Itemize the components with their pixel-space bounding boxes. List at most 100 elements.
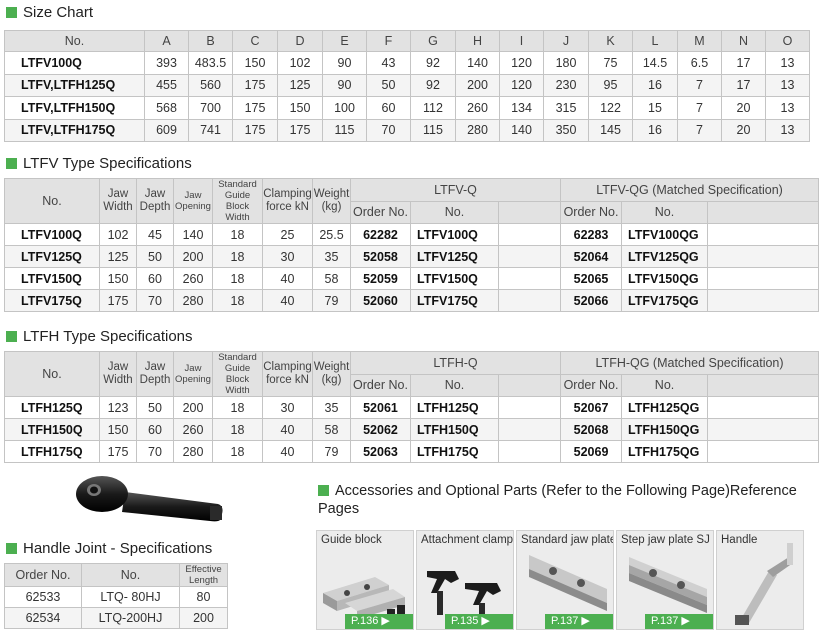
size-chart-header-row: No. A B C D E F G H I J K L M N O	[4, 30, 810, 52]
col-dim: B	[188, 30, 233, 52]
page-link[interactable]: P.137 ▶	[645, 614, 713, 629]
handle-joint-image	[76, 476, 223, 522]
accessory-card-guide-block[interactable]: Guide block P.136 ▶	[316, 530, 414, 630]
col-jaw-depth: Jaw Depth	[136, 351, 174, 397]
accessory-label: Step jaw plate SJ	[621, 534, 710, 546]
value-cell: 150	[99, 267, 137, 290]
dim-cell: 125	[277, 73, 323, 97]
dim-cell: 115	[410, 118, 456, 142]
accessory-label: Handle	[721, 534, 758, 546]
dim-cell: 95	[588, 73, 633, 97]
col-order-no: Order No.	[350, 373, 411, 397]
order-no-cell: 62283	[560, 223, 623, 246]
section-marker	[6, 543, 17, 554]
dim-cell: 140	[455, 51, 500, 75]
order-no-cell: 52059	[350, 267, 411, 290]
blank-cell	[497, 440, 562, 463]
model-cell: LTFV100Q	[4, 51, 145, 75]
handle-joint-title: Handle Joint - Specifications	[6, 540, 212, 557]
dim-cell: 175	[232, 73, 278, 97]
col-dim: G	[410, 30, 456, 52]
page-link[interactable]: P.135 ▶	[445, 614, 513, 629]
dim-cell: 455	[144, 73, 189, 97]
value-cell: 79	[312, 440, 351, 463]
model-cell: LTFV,LTFH125Q	[4, 73, 145, 97]
section-marker	[6, 7, 17, 18]
dim-cell: 315	[543, 96, 589, 120]
accessory-card-step-jaw-plate[interactable]: Step jaw plate SJ P.137 ▶	[616, 530, 714, 630]
value-cell: 175	[99, 440, 137, 463]
col-dim: A	[144, 30, 189, 52]
dim-cell: 75	[588, 51, 633, 75]
table-row: LTFH150Q 150 60 260 18 40 58 52062 LTFH150Q 52068…	[4, 418, 820, 441]
dim-cell: 180	[543, 51, 589, 75]
order-no-cell: 62282	[350, 223, 411, 246]
dim-cell: 20	[721, 96, 766, 120]
blank-cell	[707, 245, 820, 268]
accessory-card-attachment-clamp[interactable]: Attachment clamp P.135 ▶	[416, 530, 514, 630]
blank-cell	[227, 607, 305, 629]
blank-cell	[497, 289, 562, 312]
value-cell: 200	[173, 245, 213, 268]
col-dim: L	[632, 30, 678, 52]
length-cell: 80	[179, 586, 228, 608]
dim-cell: 260	[455, 96, 500, 120]
dim-cell: 122	[588, 96, 633, 120]
dim-cell: 150	[232, 51, 278, 75]
value-cell: 40	[262, 267, 313, 290]
col-no: No.	[621, 373, 709, 397]
dim-cell: 43	[366, 51, 411, 75]
ltfv-title: LTFV Type Specifications	[6, 155, 192, 172]
col-jaw-opening: Jaw Opening	[173, 351, 213, 397]
accessory-card-standard-jaw-plate[interactable]: Standard jaw plate JA P.137 ▶	[516, 530, 614, 630]
dim-cell: 609	[144, 118, 189, 142]
part-no-cell: LTFV125Q	[410, 245, 499, 268]
section-marker	[6, 158, 17, 169]
dim-cell: 14.5	[632, 51, 678, 75]
dim-cell: 134	[499, 96, 544, 120]
table-row: LTFV175Q 175 70 280 18 40 79 52060 LTFV175Q 52066…	[4, 289, 820, 312]
order-no-cell: 52068	[560, 418, 623, 441]
dim-cell: 16	[632, 118, 678, 142]
order-no-cell: 52058	[350, 245, 411, 268]
dim-cell: 7	[677, 96, 722, 120]
dim-cell: 7	[677, 118, 722, 142]
dim-cell: 112	[410, 96, 456, 120]
dim-cell: 120	[499, 73, 544, 97]
value-cell: 40	[262, 440, 313, 463]
value-cell: 25.5	[312, 223, 351, 246]
col-order-no: Order No.	[560, 373, 623, 397]
dim-cell: 13	[765, 73, 810, 97]
dim-cell: 741	[188, 118, 233, 142]
value-cell: 150	[99, 418, 137, 441]
section-marker	[318, 485, 329, 496]
col-jaw-width: Jaw Width	[99, 351, 137, 397]
value-cell: 40	[262, 289, 313, 312]
model-cell: LTFV150Q	[4, 267, 100, 290]
col-clamping-force: Clamping force kN	[262, 178, 313, 224]
col-dim: I	[499, 30, 544, 52]
blank-cell	[707, 289, 820, 312]
col-dim: O	[765, 30, 810, 52]
model-cell: LTFV,LTFH150Q	[4, 96, 145, 120]
page-link[interactable]: P.137 ▶	[545, 614, 613, 629]
accessory-card-handle[interactable]: Handle	[716, 530, 804, 630]
dim-cell: 120	[499, 51, 544, 75]
col-no: No.	[410, 373, 499, 397]
order-no-cell: 52060	[350, 289, 411, 312]
part-no-cell: LTFV175QG	[621, 289, 709, 312]
value-cell: 18	[212, 289, 263, 312]
model-cell: LTFH125Q	[4, 396, 100, 419]
model-cell: LTFH175Q	[4, 440, 100, 463]
blank-cell	[497, 223, 562, 246]
order-no-cell: 52061	[350, 396, 411, 419]
section-marker	[6, 331, 17, 342]
table-row: 62534 LTQ-200HJ 200	[4, 607, 305, 629]
part-no-cell: LTFH125Q	[410, 396, 499, 419]
page-link[interactable]: P.136 ▶	[345, 614, 413, 629]
col-weight: Weight (kg)	[312, 351, 351, 397]
dim-cell: 145	[588, 118, 633, 142]
part-no-cell: LTFV150QG	[621, 267, 709, 290]
col-dim: D	[277, 30, 323, 52]
part-no-cell: LTFH150QG	[621, 418, 709, 441]
